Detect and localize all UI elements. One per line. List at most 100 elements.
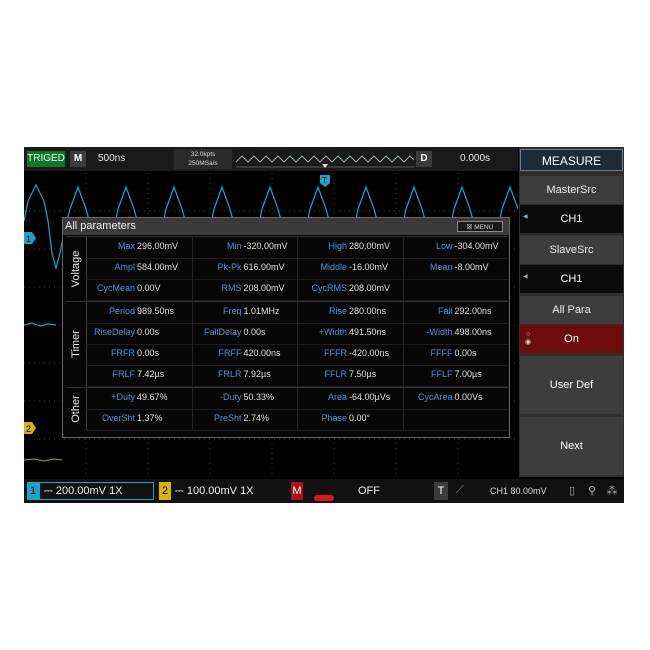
param-value: 296.00mV (137, 241, 179, 251)
param-value: 280.00ns (349, 306, 387, 316)
dc-coupling-icon: ⎓ (175, 485, 187, 497)
param-cell: Min -320.00mV (191, 237, 298, 258)
param-name: +Width (318, 327, 347, 337)
param-name: CycMean (96, 283, 135, 293)
param-value: -304.00mV (454, 241, 499, 251)
master-src-label[interactable]: MasterSrc (520, 176, 623, 204)
param-value: 0.00Vs (454, 392, 483, 402)
param-value: 0.00s (137, 348, 160, 358)
user-def-button[interactable]: User Def (520, 356, 623, 414)
param-value: -8.00mV (454, 262, 489, 272)
ch1-ground-marker[interactable]: 1 (24, 232, 36, 244)
param-cell: FRLF 7.42µs (86, 365, 191, 386)
ch1-settings[interactable]: ⎓ 200.00mV 1X (39, 482, 154, 500)
param-cell: -Width 498.00ns (402, 323, 509, 344)
param-cell: FFFR -420.00ns (297, 344, 403, 365)
ch2-ground-marker[interactable]: 2 (24, 422, 36, 434)
math-tag[interactable]: M (291, 482, 303, 500)
all-parameters-panel: All parameters ☒ MENU Voltage Max 296.00mV… (62, 217, 510, 438)
param-cell (402, 279, 509, 300)
all-para-label[interactable]: All Para (520, 296, 623, 324)
param-name: FFLR (324, 369, 348, 379)
param-cell: CycMean 0.00V (86, 279, 191, 300)
slave-src-button[interactable]: CH1 ◀ (520, 265, 623, 293)
param-cell: +Width 491.50ns (297, 323, 403, 344)
ch1-scale: 200.00mV (55, 485, 106, 497)
delay-label[interactable]: D (416, 151, 432, 167)
master-src-button[interactable]: CH1 ◀ (520, 205, 623, 233)
param-name: -Width (426, 327, 453, 337)
dc-coupling-icon: ⎓ (44, 485, 56, 497)
param-cell: Pk-Pk 616.00mV (191, 258, 298, 279)
param-cell: CycRMS 208.00mV (297, 279, 403, 300)
param-name: Pk-Pk (217, 262, 242, 272)
param-value: 0.00° (349, 413, 371, 423)
param-name: Low (435, 241, 453, 251)
status-bar: TRIGED M 500ns 32.0kpts 250MSa/s D 0.000… (24, 147, 518, 171)
usb-icon: ⚲ (587, 485, 597, 497)
trigger-marker-label: T (322, 176, 327, 185)
panel-header: All parameters ☒ MENU (63, 218, 509, 235)
param-row: FRFR 0.00s FRFF 420.00ns FFFR -420.00ns FFFF 0.… (86, 344, 508, 366)
param-name: FRFF (218, 348, 242, 358)
group-label-cell: Voltage (66, 237, 87, 300)
ch2-settings[interactable]: ⎓ 100.00mV 1X (171, 482, 285, 500)
param-name: Period (108, 306, 135, 316)
group-label-cell: Timer (66, 302, 87, 386)
param-row: +Duty 49.67% -Duty 50.33% Area -64.00µVs CycAr… (86, 388, 508, 410)
param-value: 50.33% (243, 392, 275, 402)
param-cell (402, 409, 509, 430)
mouse-icon: ▯ (568, 485, 576, 497)
param-name: RMS (221, 283, 242, 293)
panel-menu-label: MENU (474, 224, 494, 231)
ch2-waveform (24, 458, 63, 462)
ch1-marker-label: 1 (26, 234, 31, 244)
param-cell: RMS 208.00mV (191, 279, 298, 300)
param-value: 584.00mV (137, 262, 179, 272)
rising-edge-icon: ⟋ (456, 484, 464, 496)
param-value: 420.00ns (243, 348, 281, 358)
param-name: FFFR (324, 348, 347, 358)
param-name: Phase (321, 413, 347, 423)
trigger-position-marker[interactable]: T (320, 175, 330, 187)
param-cell: FRFF 420.00ns (191, 344, 298, 365)
param-name: -Duty (219, 392, 242, 402)
param-name: FFFF (430, 348, 453, 358)
next-button[interactable]: Next (520, 417, 623, 475)
slave-src-label[interactable]: SlaveSrc (520, 236, 623, 264)
delay-value: 0.000s (460, 153, 491, 164)
group-label: Other (70, 395, 82, 423)
param-row: Max 296.00mV Min -320.00mV High 280.00mV Low -3… (86, 237, 508, 259)
param-cell: Max 296.00mV (86, 237, 191, 258)
waveform-overview (236, 155, 414, 168)
param-value: 616.00mV (243, 262, 285, 272)
panel-menu-button[interactable]: ☒ MENU (457, 221, 503, 232)
param-cell: FRLR 7.92µs (191, 365, 298, 386)
param-cell: +Duty 49.67% (86, 388, 191, 409)
param-row: OverSht 1.37% PreSht 2.74% Phase 0.00° (86, 409, 508, 431)
param-value: 7.50µs (349, 369, 377, 379)
main-timebase-label[interactable]: M (70, 151, 86, 167)
param-group-other: Other +Duty 49.67% -Duty 50.33% Area -64.00µVs… (66, 387, 508, 431)
timebase-value: 500ns (98, 153, 126, 164)
channel-status-bar: 1 ⎓ 200.00mV 1X 2 ⎓ 100.00mV 1X M OFF T … (24, 479, 624, 503)
param-cell: High 280.00mV (297, 237, 403, 258)
ch2-tag[interactable]: 2 (159, 482, 171, 500)
param-row: RiseDelay 0.00s FallDelay 0.00s +Width 491.50… (86, 323, 508, 345)
all-para-toggle[interactable]: ○ ◉ On (520, 325, 623, 353)
param-value: 280.00mV (349, 241, 391, 251)
param-name: +Duty (111, 392, 135, 402)
trigger-tag[interactable]: T (434, 482, 448, 500)
param-name: Ampl (114, 262, 135, 272)
ch1-tag[interactable]: 1 (27, 482, 39, 500)
network-icon: ⁂ (606, 485, 618, 497)
group-label: Timer (70, 330, 82, 358)
group-label-cell: Other (66, 388, 87, 430)
param-cell: RiseDelay 0.00s (86, 323, 191, 344)
param-cell: Low -304.00mV (402, 237, 509, 258)
param-group-voltage: Voltage Max 296.00mV Min -320.00mV High 280.00… (66, 236, 509, 301)
param-cell: Freq 1.01MHz (191, 302, 298, 323)
param-row: Ampl 584.00mV Pk-Pk 616.00mV Middle -16.00mV M… (86, 258, 508, 280)
ch2-probe: 1X (240, 485, 254, 497)
math-indicator (314, 495, 334, 501)
